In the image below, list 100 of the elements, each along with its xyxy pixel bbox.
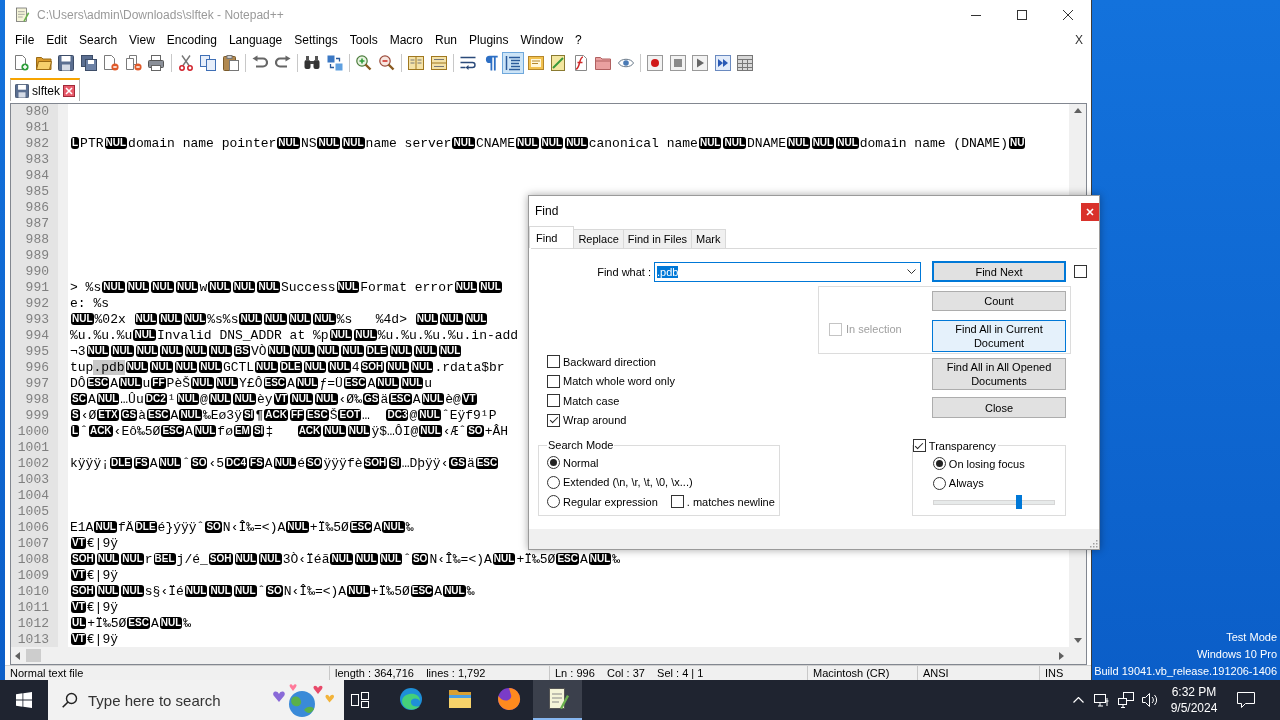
swirl-icon bbox=[398, 687, 423, 711]
find-what-field[interactable]: .pdb bbox=[654, 261, 921, 282]
zoom-in-icon bbox=[356, 55, 372, 71]
minimize-icon[interactable] bbox=[971, 14, 981, 16]
checkbox[interactable] bbox=[912, 439, 926, 452]
line-number: 1009 bbox=[11, 568, 68, 584]
floppy-disks-icon bbox=[80, 55, 97, 71]
caret-left-icon[interactable] bbox=[15, 651, 20, 660]
clock-date: 9/5/2024 bbox=[1170, 700, 1218, 716]
line-number: 982 bbox=[11, 136, 68, 152]
map-page-icon bbox=[550, 55, 566, 71]
flame-globe-icon bbox=[496, 687, 521, 711]
caret-down-icon[interactable] bbox=[1073, 638, 1082, 643]
play-icon bbox=[692, 55, 708, 71]
checkbox-label: Wrap around bbox=[563, 414, 627, 427]
line-number: 993 bbox=[11, 312, 68, 328]
caret-down-icon[interactable] bbox=[907, 269, 916, 274]
tab-close-icon[interactable] bbox=[63, 84, 75, 97]
line-number: 1008 bbox=[11, 552, 68, 568]
checkbox-label: Match case bbox=[563, 394, 620, 407]
field-label: Find what : bbox=[596, 265, 651, 278]
undo-arrow-icon bbox=[252, 55, 268, 71]
caret-right-icon[interactable] bbox=[1059, 651, 1064, 660]
close-button[interactable]: Close bbox=[932, 397, 1066, 418]
toolbar-button[interactable] bbox=[502, 52, 524, 74]
notepad-icon bbox=[14, 7, 30, 23]
tab-label: slftek bbox=[32, 83, 60, 98]
radio-label: Regular expression bbox=[563, 495, 658, 508]
record-icon bbox=[647, 55, 663, 71]
checkbox[interactable] bbox=[547, 374, 560, 388]
dialog-tab[interactable]: Find bbox=[529, 226, 575, 248]
radio-button[interactable] bbox=[547, 495, 560, 509]
checkbox[interactable] bbox=[547, 394, 560, 408]
horizontal-scrollbar[interactable] bbox=[11, 647, 1086, 664]
line-number: 1012 bbox=[11, 616, 68, 632]
checkbox[interactable] bbox=[670, 495, 684, 509]
printer-icon bbox=[148, 55, 164, 71]
radio-button[interactable] bbox=[932, 476, 946, 490]
line-number: 1013 bbox=[11, 632, 68, 648]
line-number: 987 bbox=[11, 216, 68, 232]
folder-icon bbox=[595, 55, 611, 71]
toolbar-button[interactable] bbox=[689, 52, 711, 74]
dialog-tab[interactable]: Find in Files bbox=[622, 229, 693, 248]
menu-item[interactable]: Window bbox=[514, 33, 570, 47]
line-number: 994 bbox=[11, 328, 68, 344]
chevron-up-icon bbox=[1072, 697, 1084, 703]
find-all-opened-button[interactable]: Find All in All Opened Documents bbox=[932, 358, 1066, 390]
toolbar-button[interactable] bbox=[55, 52, 77, 74]
dialog-tab[interactable]: Mark bbox=[691, 229, 726, 248]
close-document-button[interactable]: X bbox=[1072, 33, 1086, 47]
maximize-icon[interactable] bbox=[1017, 10, 1027, 20]
menu-item[interactable]: Search bbox=[73, 33, 124, 47]
close-icon[interactable] bbox=[1063, 10, 1073, 20]
menu-item[interactable]: Macro bbox=[383, 33, 429, 47]
checkbox[interactable] bbox=[547, 355, 560, 369]
menu-item[interactable]: ? bbox=[569, 33, 588, 47]
find-next-button[interactable]: Find Next bbox=[932, 261, 1066, 282]
menu-item[interactable]: Settings bbox=[288, 33, 344, 47]
menu-item[interactable]: Language bbox=[222, 33, 289, 47]
checkbox[interactable] bbox=[1074, 265, 1087, 278]
os-notice-text: Windows 10 Pro bbox=[1195, 647, 1277, 662]
resize-grip-icon[interactable] bbox=[1089, 539, 1098, 548]
radio-button[interactable] bbox=[547, 456, 560, 470]
radio-button[interactable] bbox=[547, 475, 560, 489]
save-macro-icon bbox=[737, 55, 753, 71]
dialog-tab[interactable]: Replace bbox=[573, 229, 624, 248]
radio-button[interactable] bbox=[932, 457, 946, 471]
checkbox[interactable] bbox=[547, 413, 560, 427]
wrap-lines-icon bbox=[460, 55, 476, 71]
count-button[interactable]: Count bbox=[932, 291, 1066, 311]
clipboard-icon bbox=[222, 55, 239, 71]
document-tab[interactable]: slftek bbox=[10, 78, 80, 101]
caret-up-icon[interactable] bbox=[1073, 108, 1082, 113]
checkbox-label: Backward direction bbox=[563, 355, 656, 368]
search-field[interactable]: Type here to search bbox=[48, 680, 344, 720]
page-close-icon bbox=[103, 55, 119, 71]
scissors-icon bbox=[177, 55, 194, 71]
scroll-thumb[interactable] bbox=[26, 649, 41, 662]
menu-item[interactable]: View bbox=[123, 33, 161, 47]
menu-item[interactable]: Tools bbox=[343, 33, 384, 47]
toolbar-button[interactable] bbox=[145, 52, 167, 74]
fast-forward-icon bbox=[714, 55, 731, 71]
slider-thumb[interactable] bbox=[1016, 495, 1022, 509]
function-page-icon bbox=[572, 55, 589, 71]
toolbar-button[interactable] bbox=[644, 52, 666, 74]
find-all-current-button[interactable]: Find All in Current Document bbox=[932, 320, 1066, 352]
os-notice-text: Build 19041.vb_release.191206-1406 bbox=[1094, 664, 1277, 679]
status-text: INS bbox=[1044, 666, 1065, 680]
taskbar-app-button[interactable] bbox=[533, 680, 582, 720]
line-number: 1000 bbox=[11, 424, 68, 440]
menu-item[interactable]: Encoding bbox=[160, 33, 223, 47]
line-number: 992 bbox=[11, 296, 68, 312]
line-number: 1001 bbox=[11, 440, 68, 456]
menu-item[interactable]: Plugins bbox=[463, 33, 515, 47]
new-file-icon bbox=[13, 55, 29, 71]
radio-label: Always bbox=[948, 477, 984, 490]
line-number: 996 bbox=[11, 360, 68, 376]
menu-item[interactable]: Run bbox=[429, 33, 464, 47]
menu-item[interactable]: Edit bbox=[40, 33, 74, 47]
menu-item[interactable]: File bbox=[9, 33, 41, 47]
